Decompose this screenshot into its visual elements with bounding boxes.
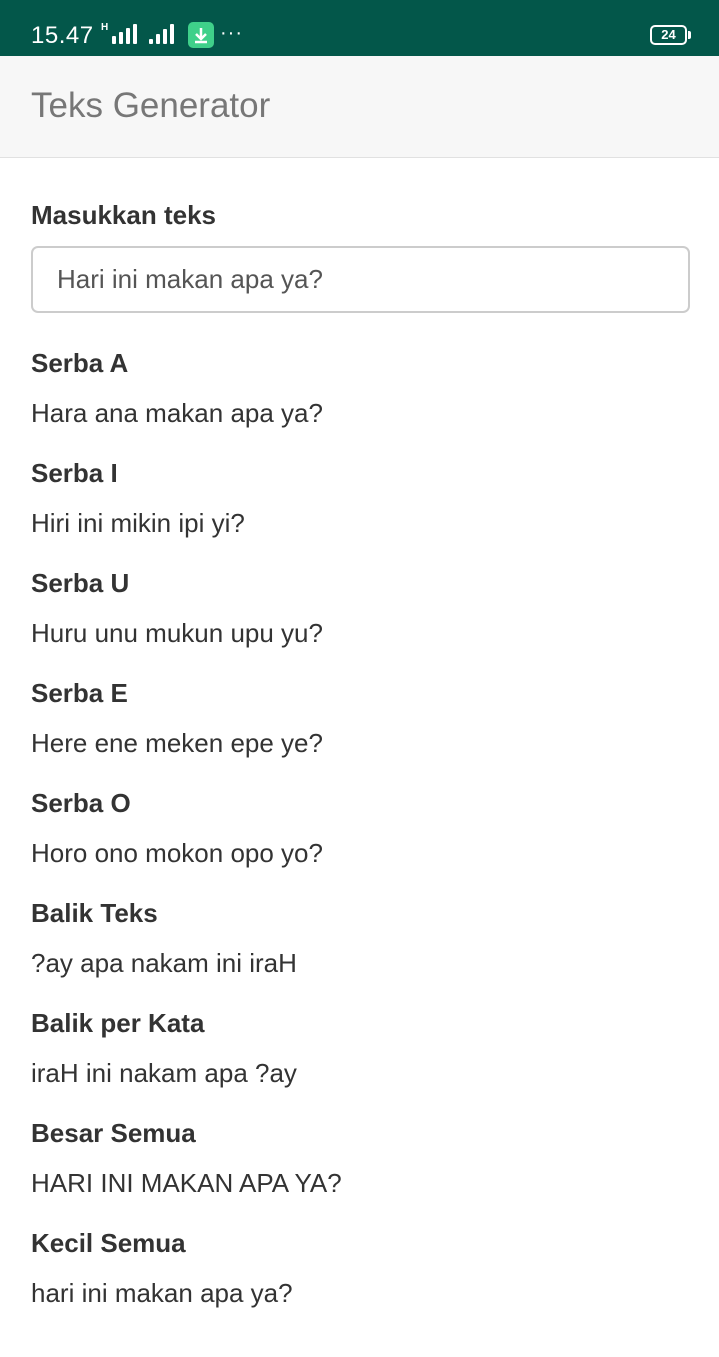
result-value: Horo ono mokon opo yo? — [31, 838, 323, 868]
status-bar: 15.47 H ··· 24 — [0, 0, 719, 56]
result-serba-i: Serba I Hiri ini mikin ipi yi? — [31, 458, 690, 538]
result-serba-o: Serba O Horo ono mokon opo yo? — [31, 788, 690, 868]
result-value: iraH ini nakam apa ?ay — [31, 1058, 297, 1088]
result-value: ?ay apa nakam ini iraH — [31, 948, 297, 978]
result-besar-semua: Besar Semua HARI INI MAKAN APA YA? — [31, 1118, 690, 1198]
result-title: Serba I — [31, 458, 118, 488]
result-value: Huru unu mukun upu yu? — [31, 618, 323, 648]
result-value: HARI INI MAKAN APA YA? — [31, 1168, 342, 1198]
input-label: Masukkan teks — [31, 200, 216, 230]
result-kecil-semua: Kecil Semua hari ini makan apa ya? — [31, 1228, 690, 1308]
result-value: Here ene meken epe ye? — [31, 728, 323, 758]
result-serba-u: Serba U Huru unu mukun upu yu? — [31, 568, 690, 648]
result-title: Serba O — [31, 788, 131, 818]
result-balik-teks: Balik Teks ?ay apa nakam ini iraH — [31, 898, 690, 978]
result-balik-per-kata: Balik per Kata iraH ini nakam apa ?ay — [31, 1008, 690, 1088]
battery-icon: 24 — [650, 25, 687, 45]
result-title: Serba U — [31, 568, 130, 598]
result-title: Serba E — [31, 678, 128, 708]
result-serba-a: Serba A Hara ana makan apa ya? — [31, 348, 690, 428]
download-icon — [188, 22, 214, 48]
result-title: Serba A — [31, 348, 129, 378]
signal-icon — [112, 24, 137, 44]
result-value: Hiri ini mikin ipi yi? — [31, 508, 245, 538]
network-type-indicator: H — [101, 22, 109, 33]
app-bar: Teks Generator — [0, 56, 719, 158]
result-title: Besar Semua — [31, 1118, 196, 1148]
result-title: Balik Teks — [31, 898, 158, 928]
more-notifications-icon: ··· — [220, 22, 243, 44]
result-title: Balik per Kata — [31, 1008, 205, 1038]
status-time: 15.47 — [31, 22, 94, 49]
signal-icon-2 — [149, 24, 174, 44]
text-input[interactable] — [31, 246, 690, 313]
result-value: hari ini makan apa ya? — [31, 1278, 293, 1308]
result-title: Kecil Semua — [31, 1228, 186, 1258]
battery-tip — [688, 31, 691, 39]
result-value: Hara ana makan apa ya? — [31, 398, 323, 428]
result-serba-e: Serba E Here ene meken epe ye? — [31, 678, 690, 758]
app-title: Teks Generator — [31, 86, 271, 125]
